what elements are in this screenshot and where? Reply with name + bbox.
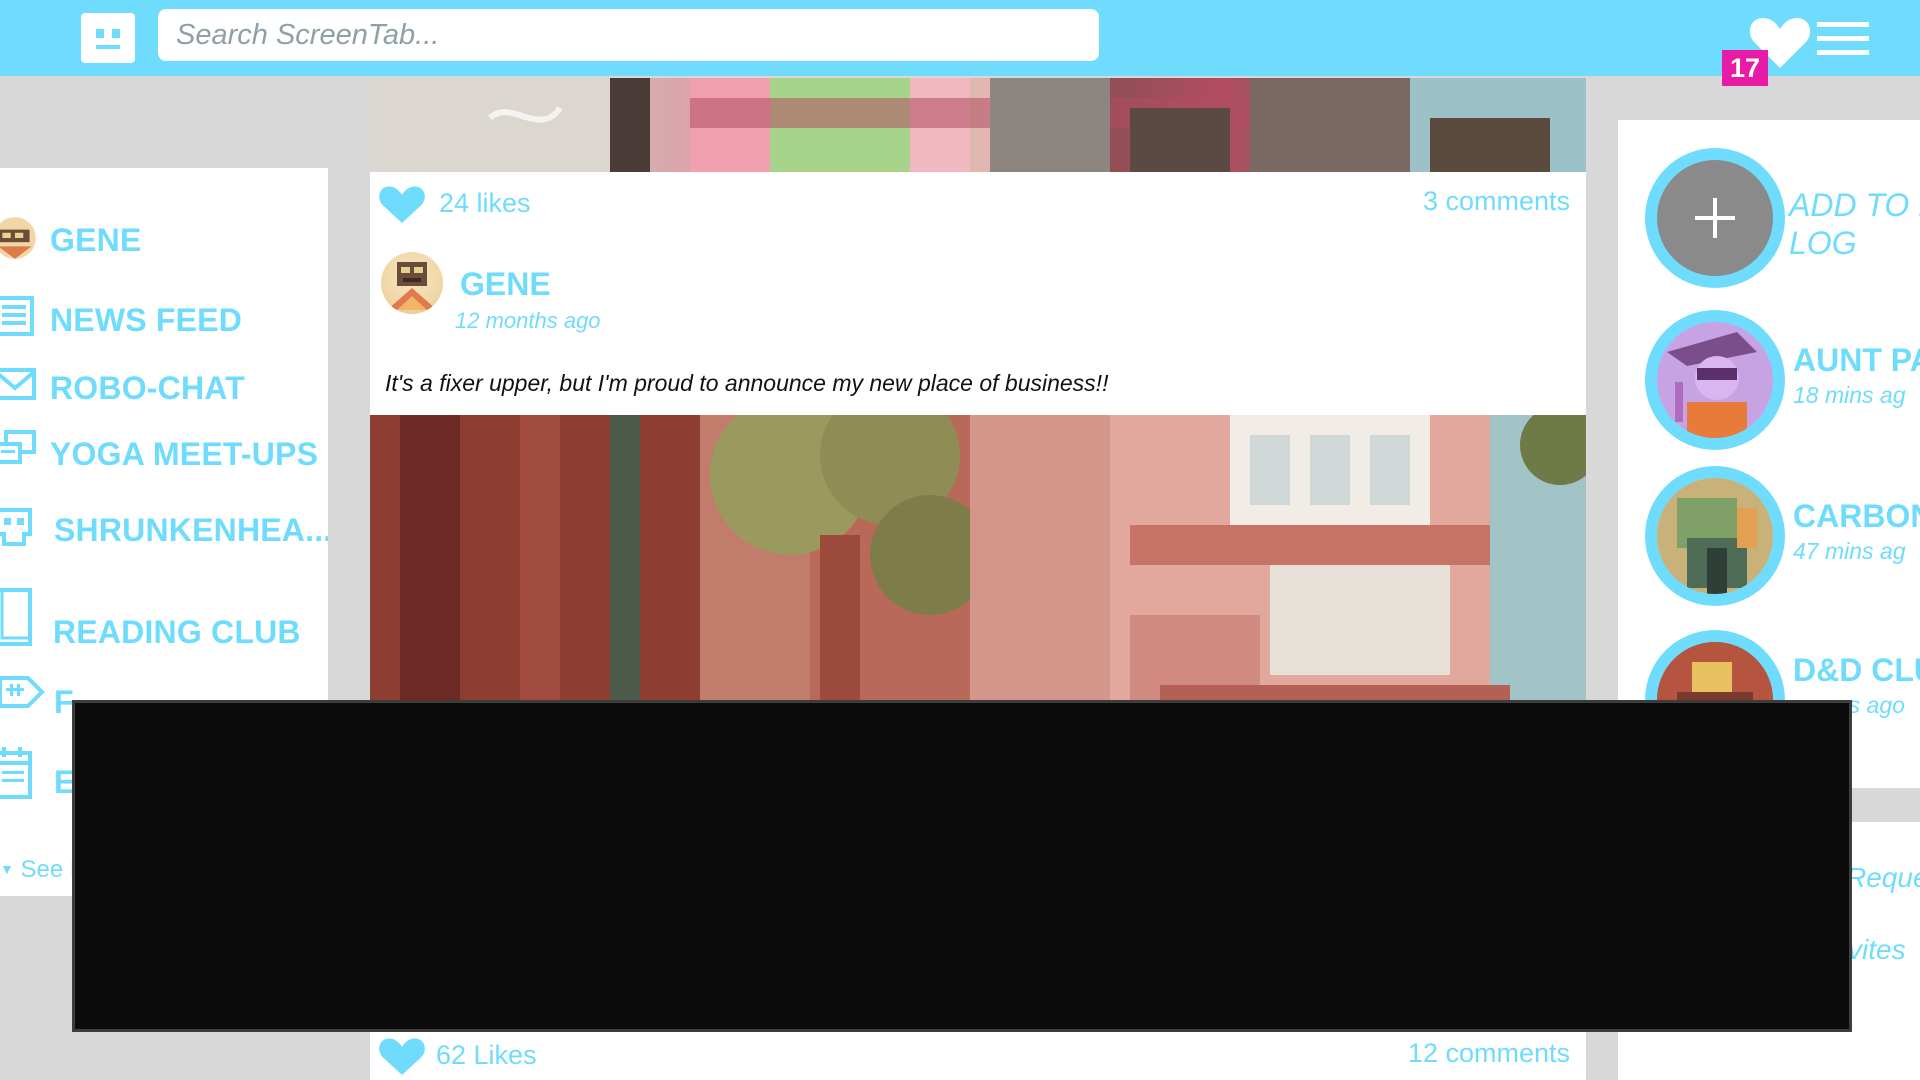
like-heart-icon[interactable]: [376, 182, 428, 226]
book-icon: [0, 588, 32, 646]
logo-mouth: [96, 45, 120, 49]
add-to-log-line-1: ADD TO L: [1789, 187, 1920, 223]
menu-line: [1817, 36, 1869, 41]
avatar-icon: [0, 217, 36, 259]
sidebar-item-news-feed[interactable]: NEWS FEED: [0, 296, 328, 346]
notification-count-badge[interactable]: 17: [1722, 50, 1768, 86]
aunt-pa-avatar-art: [1657, 322, 1773, 438]
add-button-ring: [1645, 148, 1785, 288]
friend-last-active: 18 mins ag: [1793, 382, 1906, 408]
sidebar-item-gene[interactable]: GENE: [0, 216, 328, 266]
friend-name: AUNT PA: [1793, 342, 1920, 378]
sidebar-item-label: SHRUNKENHEA...: [54, 512, 328, 548]
sidebar-item-label: GENE: [50, 222, 142, 258]
menu-line: [1817, 22, 1869, 27]
friend-item[interactable]: AUNT PA 18 mins ag: [1645, 310, 1920, 460]
avatar: [1645, 310, 1785, 450]
hamburger-menu-icon[interactable]: [1817, 22, 1869, 56]
calendar-icon: [0, 747, 32, 799]
friend-name: CARBON: [1793, 498, 1920, 534]
add-to-log-label[interactable]: ADD TO L LOG: [1789, 186, 1920, 262]
post-timestamp: 12 months ago: [455, 308, 601, 333]
plus-icon: [1657, 160, 1773, 276]
requests-link[interactable]: Reque: [1846, 862, 1920, 894]
likes-count[interactable]: 24 likes: [439, 188, 531, 219]
previous-post-stats: 24 likes 3 comments: [370, 178, 1586, 226]
previous-post-artwork: [370, 78, 1586, 172]
overlay-panel: [72, 700, 1852, 1032]
friend-last-active: 47 mins ag: [1793, 538, 1906, 564]
sidebar-item-reading-club[interactable]: READING CLUB: [0, 584, 328, 654]
sidebar-item-robo-chat[interactable]: ROBO-CHAT: [0, 364, 328, 414]
newspaper-icon: [0, 296, 34, 336]
search-input[interactable]: [158, 9, 1099, 61]
friend-item[interactable]: CARBON 47 mins ag: [1645, 466, 1920, 616]
sidebar-item-shrunkenheads[interactable]: SHRUNKENHEA...: [0, 506, 328, 556]
friend-name: D&D CLU: [1793, 652, 1920, 688]
sidebar-item-label: NEWS FEED: [50, 302, 243, 338]
likes-count[interactable]: 62 Likes: [436, 1040, 537, 1071]
avatar[interactable]: [381, 252, 443, 314]
sidebar-item-yoga-meet-ups[interactable]: YOGA MEET-UPS: [0, 430, 328, 480]
envelope-icon: [0, 368, 36, 400]
robot-logo-icon[interactable]: [81, 13, 135, 63]
sidebar-item-label: READING CLUB: [53, 614, 301, 650]
sidebar-item-label: YOGA MEET-UPS: [50, 436, 319, 472]
skull-icon: [0, 508, 32, 546]
gene-avatar-art: [387, 262, 437, 310]
previous-post-image[interactable]: [370, 78, 1586, 172]
comments-link[interactable]: 3 comments: [1423, 186, 1570, 217]
logo-eye-right: [112, 29, 120, 38]
post-author-name[interactable]: GENE: [460, 266, 551, 303]
top-bar: 17: [0, 0, 1920, 86]
logo-eye-left: [96, 29, 104, 38]
post-text: It's a fixer upper, but I'm proud to ann…: [385, 370, 1109, 396]
comments-link[interactable]: 12 comments: [1408, 1038, 1570, 1069]
add-to-log-line-2: LOG: [1789, 225, 1857, 261]
fish-icon: [0, 676, 45, 708]
chat-bubbles-icon: [0, 430, 36, 464]
like-heart-icon[interactable]: [376, 1034, 428, 1078]
invites-link[interactable]: vites: [1848, 934, 1906, 966]
triangle-down-icon: ▼: [0, 861, 14, 877]
avatar: [1645, 466, 1785, 606]
post-stats: 62 Likes 12 comments: [370, 1030, 1586, 1078]
sidebar-item-label: ROBO-CHAT: [50, 370, 245, 406]
menu-line: [1817, 50, 1869, 55]
carbon-avatar-art: [1657, 478, 1773, 594]
sidebar-item-label: F: [54, 684, 74, 720]
